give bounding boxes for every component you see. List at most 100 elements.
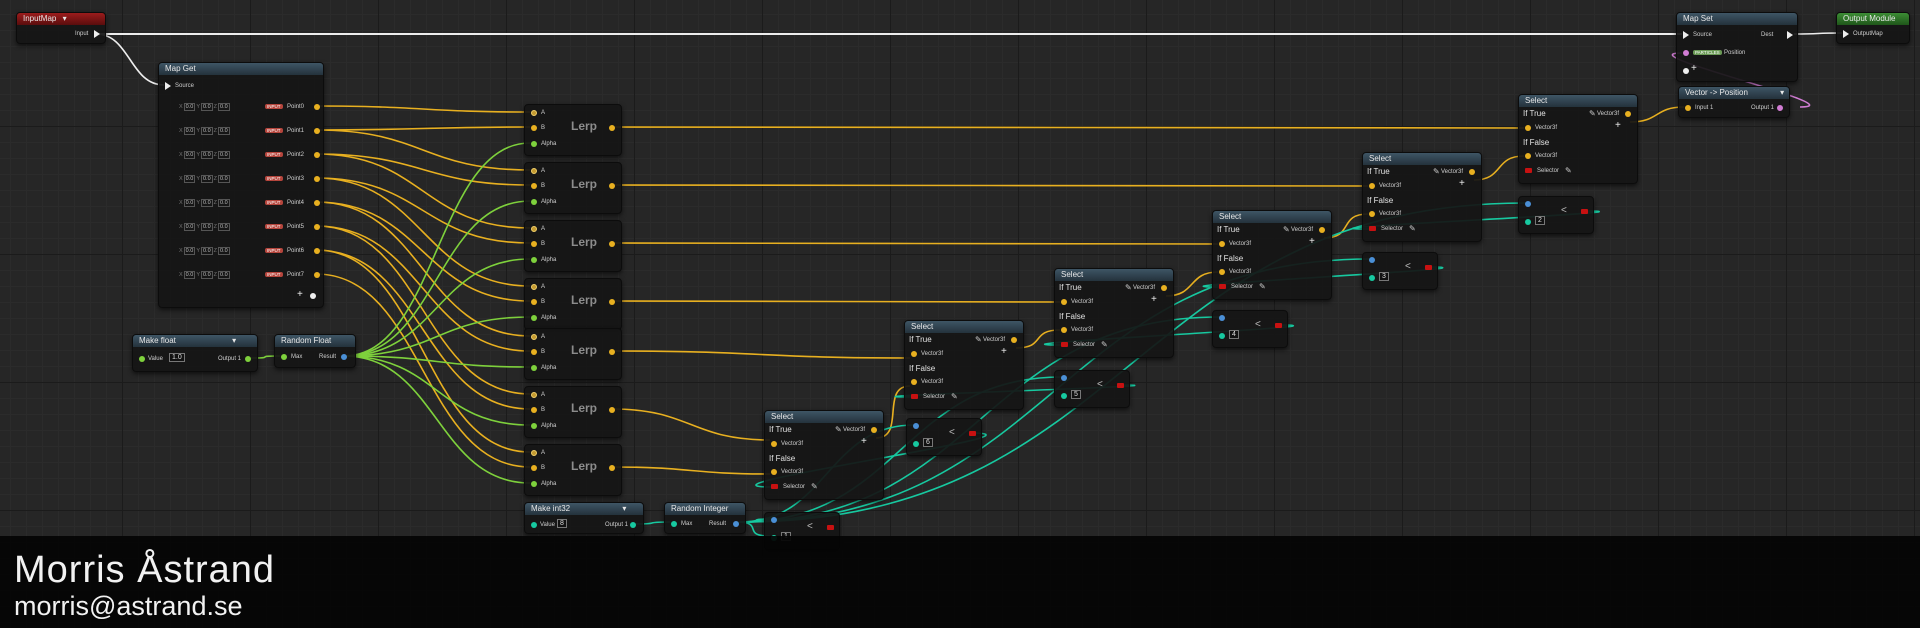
compare-value-field[interactable]: 3 <box>1379 272 1389 281</box>
a-in-pin[interactable] <box>1525 201 1531 207</box>
axis-value[interactable]: 0.0 <box>183 151 196 159</box>
edit-icon[interactable]: ✎ <box>951 392 958 401</box>
axis-value[interactable]: 0.0 <box>183 175 196 183</box>
point-vector-field[interactable]: X 0.0 Y 0.0 Z 0.0 <box>179 247 231 255</box>
edit-icon[interactable]: ✎ <box>835 425 842 434</box>
false-in-pin[interactable] <box>1061 327 1067 333</box>
axis-value[interactable]: 0.0 <box>218 103 230 111</box>
point-out-pin[interactable] <box>314 128 320 134</box>
point-vector-field[interactable]: X 0.0 Y 0.0 Z 0.0 <box>179 103 231 111</box>
dest-out-pin[interactable] <box>1787 31 1793 39</box>
a-in-pin[interactable] <box>531 284 537 290</box>
point-vector-field[interactable]: X 0.0 Y 0.0 Z 0.0 <box>179 271 231 279</box>
a-in-pin[interactable] <box>771 517 777 523</box>
bool-out-pin[interactable] <box>1117 383 1124 388</box>
true-in-pin[interactable] <box>1369 183 1375 189</box>
output-map-in-pin[interactable] <box>1843 30 1849 38</box>
selector-in-pin[interactable] <box>1219 284 1226 289</box>
output-module-node[interactable]: Output Module OutputMap <box>1836 12 1910 44</box>
axis-value[interactable]: 0.0 <box>183 127 196 135</box>
point-vector-field[interactable]: X 0.0 Y 0.0 Z 0.0 <box>179 199 231 207</box>
false-in-pin[interactable] <box>771 469 777 475</box>
axis-value[interactable]: 0.0 <box>201 103 213 111</box>
make-float-node-header[interactable]: Make float ▾ <box>133 335 257 347</box>
dropdown-icon[interactable]: ▾ <box>60 14 67 23</box>
result-out-pin[interactable] <box>733 521 739 527</box>
exec-out-pin[interactable] <box>94 30 100 38</box>
a-in-pin[interactable] <box>913 423 919 429</box>
axis-value[interactable]: 0.0 <box>201 151 213 159</box>
alpha-in-pin[interactable] <box>531 423 537 429</box>
lerp-node[interactable]: A B Alpha Lerp <box>524 162 622 214</box>
value-in-pin[interactable] <box>531 522 537 528</box>
a-in-pin[interactable] <box>1219 315 1225 321</box>
add-pin-icon[interactable]: + <box>1151 294 1157 305</box>
axis-value[interactable]: 0.0 <box>201 223 213 231</box>
axis-value[interactable]: 0.0 <box>201 127 213 135</box>
source-in-pin[interactable] <box>165 82 171 90</box>
select-node[interactable]: Select If True ✎ Vector3f Vector3f + If False V… <box>764 410 884 500</box>
true-in-pin[interactable] <box>911 351 917 357</box>
b-in-pin[interactable] <box>531 465 537 471</box>
axis-value[interactable]: 0.0 <box>183 223 196 231</box>
false-in-pin[interactable] <box>1219 269 1225 275</box>
add-pin-circle[interactable] <box>310 293 316 299</box>
a-in-pin[interactable] <box>531 334 537 340</box>
axis-value[interactable]: 0.0 <box>183 271 196 279</box>
compare-value-field[interactable]: 4 <box>1229 330 1239 339</box>
lerp-out-pin[interactable] <box>609 241 615 247</box>
select-node[interactable]: Select If True ✎ Vector3f Vector3f + If False V… <box>904 320 1024 410</box>
edit-icon[interactable]: ✎ <box>1101 340 1108 349</box>
a-in-pin[interactable] <box>1061 375 1067 381</box>
lerp-out-pin[interactable] <box>609 465 615 471</box>
float-out-pin[interactable] <box>245 356 251 362</box>
select-node[interactable]: Select If True ✎ Vector3f Vector3f + If False V… <box>1518 94 1638 184</box>
select-node-header[interactable]: Select <box>765 411 883 423</box>
axis-value[interactable]: 0.0 <box>201 271 213 279</box>
b-in-pin[interactable] <box>531 241 537 247</box>
axis-value[interactable]: 0.0 <box>218 247 230 255</box>
false-in-pin[interactable] <box>1525 153 1531 159</box>
true-in-pin[interactable] <box>1219 241 1225 247</box>
point-vector-field[interactable]: X 0.0 Y 0.0 Z 0.0 <box>179 175 231 183</box>
random-int-node[interactable]: Random Integer Max Result <box>664 502 746 534</box>
select-out-pin[interactable] <box>1469 169 1475 175</box>
select-out-pin[interactable] <box>871 427 877 433</box>
point-out-pin[interactable] <box>314 200 320 206</box>
axis-value[interactable]: 0.0 <box>183 247 196 255</box>
select-node-header[interactable]: Select <box>1213 211 1331 223</box>
select-out-pin[interactable] <box>1319 227 1325 233</box>
map-set-node[interactable]: Map Set Source Dest PARTICLES Position + <box>1676 12 1798 82</box>
lerp-node[interactable]: A B Alpha Lerp <box>524 220 622 272</box>
edit-icon[interactable]: ✎ <box>1433 167 1440 176</box>
false-in-pin[interactable] <box>1369 211 1375 217</box>
axis-value[interactable]: 0.0 <box>201 247 213 255</box>
alpha-in-pin[interactable] <box>531 481 537 487</box>
point-vector-field[interactable]: X 0.0 Y 0.0 Z 0.0 <box>179 223 231 231</box>
b-in-pin[interactable] <box>1219 333 1225 339</box>
select-node-header[interactable]: Select <box>1363 153 1481 165</box>
select-out-pin[interactable] <box>1625 111 1631 117</box>
add-pin-icon[interactable]: + <box>1309 236 1315 247</box>
true-in-pin[interactable] <box>771 441 777 447</box>
max-in-pin[interactable] <box>671 521 677 527</box>
b-in-pin[interactable] <box>531 125 537 131</box>
bool-out-pin[interactable] <box>1581 209 1588 214</box>
add-pin-icon[interactable]: + <box>1001 346 1007 357</box>
point-vector-field[interactable]: X 0.0 Y 0.0 Z 0.0 <box>179 127 231 135</box>
dropdown-icon[interactable]: ▾ <box>230 336 236 345</box>
b-in-pin[interactable] <box>913 441 919 447</box>
edit-icon[interactable]: ✎ <box>811 482 818 491</box>
edit-icon[interactable]: ✎ <box>975 335 982 344</box>
point-out-pin[interactable] <box>314 224 320 230</box>
map-set-node-header[interactable]: Map Set <box>1677 13 1797 25</box>
random-float-node-header[interactable]: Random Float <box>275 335 355 347</box>
vector-to-position-node-header[interactable]: Vector -> Position ▾ <box>1679 87 1789 99</box>
random-int-node-header[interactable]: Random Integer <box>665 503 745 515</box>
position-in-pin[interactable] <box>1683 50 1689 56</box>
edit-icon[interactable]: ✎ <box>1589 109 1596 118</box>
add-pin-icon[interactable]: + <box>861 436 867 447</box>
true-in-pin[interactable] <box>1061 299 1067 305</box>
make-int-node-header[interactable]: Make int32 ▾ <box>525 503 643 515</box>
bool-out-pin[interactable] <box>1275 323 1282 328</box>
